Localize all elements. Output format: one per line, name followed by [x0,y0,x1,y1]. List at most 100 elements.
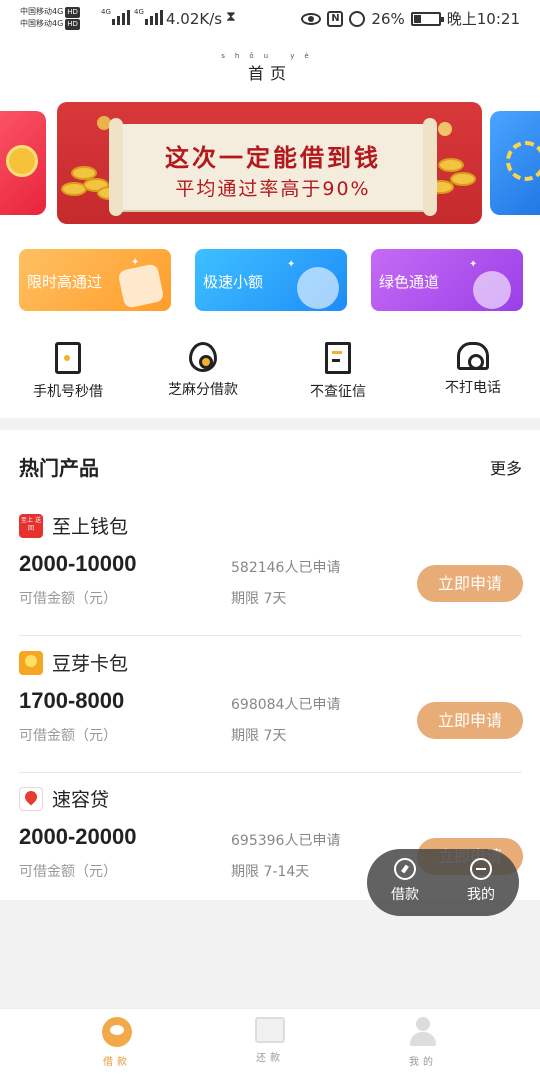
banner-next-slide[interactable] [490,111,540,215]
loan-term: 期限 7-14天 [231,864,310,880]
section-title: 热门产品 [19,456,99,480]
nav-tab-repay[interactable]: 还款 [220,1017,320,1064]
battery-percent: 26% [371,9,405,28]
quick-link-no-call[interactable]: 不打电话 [408,342,538,397]
apply-button[interactable]: 立即申请 [417,565,523,602]
nav-tab-borrow[interactable]: 借款 [67,1017,167,1068]
product-logo [19,787,43,811]
yuan-coin-icon [473,271,511,309]
coin-icon [6,145,38,177]
category-label: 绿色通道 [379,273,440,291]
status-bar: 中国移动4G HD 中国移动4G HD 4G 4G 4.02K/s ⧗ N 26% … [0,0,540,40]
category-label: 极速小额 [203,273,264,291]
sparkle-icon: ✦ [287,259,296,270]
nfc-icon: N [327,10,344,27]
quick-link-label: 不查征信 [310,384,366,400]
product-amount: 2000-10000 [19,551,137,576]
quick-link-phone-loan[interactable]: 手机号秒借 [3,342,133,401]
product-amount: 2000-20000 [19,824,137,849]
banner-scroll: 这次一定能借到钱 平均通过率高于90% [109,118,437,216]
floating-menu: 借款 我的 [367,849,519,916]
battery-fill [413,14,421,23]
banner-headline: 这次一定能借到钱 [165,143,381,172]
hourglass-icon: ⧗ [226,9,236,25]
category-row: 限时高通过 ✦ 极速小额 ✦ 绿色通道 ✦ [0,236,540,320]
sesame-icon [189,342,217,372]
product-name: 豆芽卡包 [52,653,129,675]
nav-tab-mine[interactable]: 我的 [373,1017,473,1068]
quick-link-label: 手机号秒借 [33,384,103,400]
borrow-icon [102,1017,132,1047]
status-right: N 26% 晚上10:21 [301,8,520,29]
banner-carousel[interactable]: 这次一定能借到钱 平均通过率高于90% [0,96,540,236]
network-tag-secondary: 4G [134,8,144,16]
hd-badge-secondary: HD [65,19,80,30]
divider [19,635,522,636]
amount-label: 可借金额（元） [19,864,117,880]
bottom-nav: 借款 还款 我的 [0,1008,540,1080]
clock: 晚上10:21 [446,10,520,28]
hd-badge: HD [65,7,80,18]
quick-link-no-credit-check[interactable]: 不查征信 [273,342,403,401]
phone-icon [55,342,81,374]
user-icon [470,858,492,880]
sparkle-icon: ✦ [131,257,140,268]
float-borrow-label: 借款 [391,887,419,903]
telephone-icon [457,342,489,370]
network-speed: 4.02K/s [166,10,223,28]
carrier-name: 中国移动4G [20,7,64,16]
page-header: shǒu yè 首页 [0,40,540,96]
network-tag: 4G [101,8,111,16]
category-card-high-pass[interactable]: 限时高通过 ✦ [19,249,171,311]
nav-label: 还款 [256,1053,284,1064]
ring-icon [506,141,540,181]
document-icon [325,342,351,374]
float-mine-label: 我的 [467,887,495,903]
float-mine-button[interactable]: 我的 [451,858,511,904]
banner-main-slide[interactable]: 这次一定能借到钱 平均通过率高于90% [57,102,482,224]
nav-label: 我的 [409,1057,437,1068]
float-borrow-button[interactable]: 借款 [375,858,435,904]
carrier-name-secondary: 中国移动4G [20,19,64,28]
amount-label: 可借金额（元） [19,591,117,607]
quick-link-label: 不打电话 [445,380,501,396]
alarm-icon [349,10,366,27]
sparkle-icon: ✦ [469,259,478,270]
quick-link-label: 芝麻分借款 [168,382,238,398]
product-logo: 至上 送回 [19,514,43,538]
quick-link-sesame-loan[interactable]: 芝麻分借款 [138,342,268,399]
stopwatch-icon [297,267,339,309]
hand-card-icon [117,263,165,309]
signal-icon-secondary [145,10,163,25]
carrier-info: 中国移动4G HD 中国移动4G HD [20,6,80,30]
quick-links: 手机号秒借 芝麻分借款 不查征信 不打电话 [0,320,540,418]
product-logo [19,651,43,675]
hot-products: 热门产品 更多 至上 送回 至上钱包 2000-10000 可借金额（元） 58… [0,430,540,900]
battery-icon [410,11,444,26]
nav-label: 借款 [103,1057,131,1068]
banner-subline: 平均通过率高于90% [175,178,371,200]
applicant-count: 698084人已申请 [231,697,341,713]
repay-icon [255,1017,285,1043]
more-link[interactable]: 更多 [490,455,522,479]
product-name: 至上钱包 [52,516,129,538]
applicant-count: 695396人已申请 [231,833,341,849]
user-icon [410,1017,436,1047]
product-amount: 1700-8000 [19,688,125,713]
page-title: 首页 [247,64,292,83]
banner-prev-slide[interactable] [0,111,46,215]
signal-icon [112,10,130,25]
loan-term: 期限 7天 [231,728,287,744]
product-name: 速容贷 [52,789,110,811]
compass-icon [394,858,416,880]
category-label: 限时高通过 [27,273,103,291]
category-card-fast-small[interactable]: 极速小额 ✦ [195,249,347,311]
product-card[interactable]: 豆芽卡包 1700-8000 可借金额（元） 698084人已申请 期限 7天 … [0,637,540,773]
loan-term: 期限 7天 [231,591,287,607]
category-card-green-channel[interactable]: 绿色通道 ✦ [371,249,523,311]
amount-label: 可借金额（元） [19,728,117,744]
applicant-count: 582146人已申请 [231,560,341,576]
apply-button[interactable]: 立即申请 [417,702,523,739]
product-card[interactable]: 至上 送回 至上钱包 2000-10000 可借金额（元） 582146人已申请… [0,500,540,636]
lantern-icon [438,122,452,136]
